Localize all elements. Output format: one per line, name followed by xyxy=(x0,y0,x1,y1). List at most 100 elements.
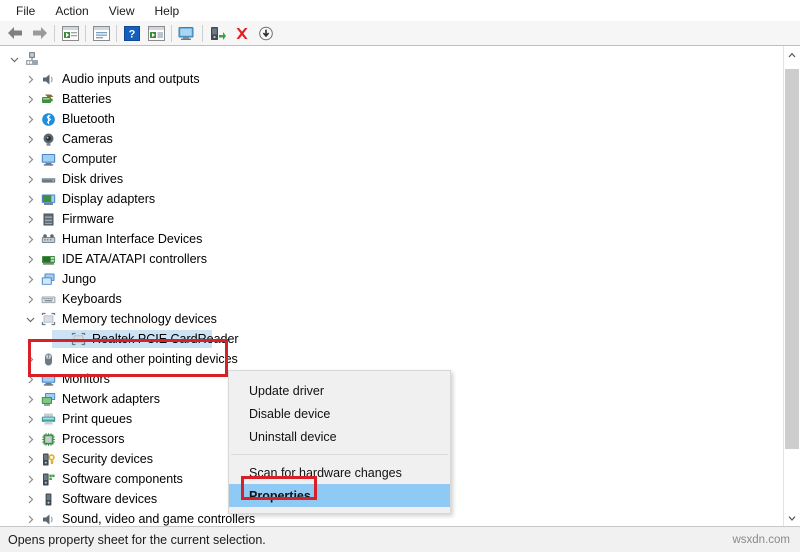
scrollbar-track[interactable] xyxy=(784,63,800,509)
disable-device-icon[interactable] xyxy=(254,22,278,44)
tree-item-label: Print queues xyxy=(62,410,132,428)
context-menu-item-scan-for-hardware-changes[interactable]: Scan for hardware changes xyxy=(229,461,450,484)
memory-device-icon xyxy=(68,330,88,348)
tree-item-disk-drives[interactable]: Disk drives xyxy=(0,169,783,189)
chevron-right-icon[interactable] xyxy=(22,209,38,229)
tree-item-label: Software devices xyxy=(62,490,157,508)
tree-item-label: IDE ATA/ATAPI controllers xyxy=(62,250,207,268)
context-menu-item-uninstall-device[interactable]: Uninstall device xyxy=(229,425,450,448)
scroll-up-arrow-icon[interactable] xyxy=(784,46,800,63)
menu-view[interactable]: View xyxy=(99,2,145,20)
security-device-icon xyxy=(38,450,58,468)
watermark-text: wsxdn.com xyxy=(732,534,790,546)
chevron-right-icon[interactable] xyxy=(22,369,38,389)
menu-help[interactable]: Help xyxy=(145,2,190,20)
chevron-right-icon[interactable] xyxy=(22,269,38,289)
chevron-down-icon[interactable] xyxy=(6,49,22,69)
disk-drive-icon xyxy=(38,170,58,188)
status-bar: Opens property sheet for the current sel… xyxy=(0,526,800,552)
menu-action[interactable]: Action xyxy=(45,2,98,20)
tree-item-label: Realtek PCIE CardReader xyxy=(92,330,239,348)
chevron-right-icon[interactable] xyxy=(22,489,38,509)
context-menu-item-properties[interactable]: Properties xyxy=(229,484,450,507)
tree-item-computer[interactable]: Computer xyxy=(0,149,783,169)
chevron-right-icon[interactable] xyxy=(22,69,38,89)
chevron-right-icon[interactable] xyxy=(22,429,38,449)
camera-icon xyxy=(38,130,58,148)
tree-item-label: Cameras xyxy=(62,130,113,148)
show-hide-action-pane-icon[interactable] xyxy=(144,22,168,44)
tree-item-display-adapters[interactable]: Display adapters xyxy=(0,189,783,209)
tree-item-human-interface-devices[interactable]: Human Interface Devices xyxy=(0,229,783,249)
chevron-right-icon[interactable] xyxy=(22,149,38,169)
tree-item-label: Firmware xyxy=(62,210,114,228)
context-menu-item-disable-device[interactable]: Disable device xyxy=(229,402,450,425)
tree-item-label: Audio inputs and outputs xyxy=(62,70,200,88)
show-hide-console-tree-icon[interactable] xyxy=(58,22,82,44)
chevron-right-icon[interactable] xyxy=(22,509,38,526)
chevron-right-icon[interactable] xyxy=(22,249,38,269)
scrollbar-thumb[interactable] xyxy=(785,69,799,449)
status-bar-text: Opens property sheet for the current sel… xyxy=(8,533,266,547)
firmware-icon xyxy=(38,210,58,228)
chevron-right-icon[interactable] xyxy=(22,229,38,249)
tree-item-jungo[interactable]: Jungo xyxy=(0,269,783,289)
toolbar-separator xyxy=(171,25,172,42)
tree-item-label: Jungo xyxy=(62,270,96,288)
tree-item-keyboards[interactable]: Keyboards xyxy=(0,289,783,309)
tree-item-label: Processors xyxy=(62,430,125,448)
toolbar-separator xyxy=(85,25,86,42)
uninstall-device-icon[interactable] xyxy=(230,22,254,44)
scroll-down-arrow-icon[interactable] xyxy=(784,509,800,526)
display-adapter-icon xyxy=(38,190,58,208)
tree-item-label: Memory technology devices xyxy=(62,310,217,328)
chevron-down-icon[interactable] xyxy=(22,309,38,329)
tree-item-cameras[interactable]: Cameras xyxy=(0,129,783,149)
tree-item-label: Network adapters xyxy=(62,390,160,408)
tree-root-node[interactable] xyxy=(0,49,783,69)
tree-item-bluetooth[interactable]: Bluetooth xyxy=(0,109,783,129)
tree-item-audio-inputs-and-outputs[interactable]: Audio inputs and outputs xyxy=(0,69,783,89)
vertical-scrollbar[interactable] xyxy=(783,46,800,526)
toolbar-separator xyxy=(116,25,117,42)
tree-item-realtek-pcie-cardreader[interactable]: Realtek PCIE CardReader xyxy=(0,329,783,349)
tree-item-batteries[interactable]: Batteries xyxy=(0,89,783,109)
chevron-right-icon[interactable] xyxy=(22,169,38,189)
chevron-right-icon[interactable] xyxy=(22,109,38,129)
bluetooth-icon xyxy=(38,110,58,128)
chevron-right-icon[interactable] xyxy=(22,389,38,409)
tree-item-firmware[interactable]: Firmware xyxy=(0,209,783,229)
tree-item-ide-ata-atapi-controllers[interactable]: IDE ATA/ATAPI controllers xyxy=(0,249,783,269)
help-icon[interactable]: ? xyxy=(120,22,144,44)
tree-item-label: Disk drives xyxy=(62,170,123,188)
tree-item-label: Sound, video and game controllers xyxy=(62,510,255,526)
context-menu[interactable]: Update driverDisable deviceUninstall dev… xyxy=(228,370,451,514)
back-arrow-icon[interactable] xyxy=(3,22,27,44)
chevron-placeholder xyxy=(52,329,68,349)
tree-item-label: Display adapters xyxy=(62,190,155,208)
scan-display-icon[interactable] xyxy=(175,22,199,44)
toolbar-separator xyxy=(202,25,203,42)
properties-icon[interactable] xyxy=(89,22,113,44)
chevron-right-icon[interactable] xyxy=(22,289,38,309)
toolbar-separator xyxy=(54,25,55,42)
keyboard-icon xyxy=(38,290,58,308)
chevron-right-icon[interactable] xyxy=(22,409,38,429)
chevron-right-icon[interactable] xyxy=(22,89,38,109)
forward-arrow-icon[interactable] xyxy=(27,22,51,44)
ide-controller-icon xyxy=(38,250,58,268)
chevron-right-icon[interactable] xyxy=(22,129,38,149)
chevron-right-icon[interactable] xyxy=(22,469,38,489)
chevron-right-icon[interactable] xyxy=(22,349,38,369)
chevron-right-icon[interactable] xyxy=(22,189,38,209)
tree-item-memory-technology-devices[interactable]: Memory technology devices xyxy=(0,309,783,329)
update-driver-icon[interactable] xyxy=(206,22,230,44)
tree-item-label: Software components xyxy=(62,470,183,488)
chevron-right-icon[interactable] xyxy=(22,449,38,469)
context-menu-item-update-driver[interactable]: Update driver xyxy=(229,379,450,402)
monitor-icon xyxy=(38,370,58,388)
computer-root-icon xyxy=(22,50,42,68)
menu-file[interactable]: File xyxy=(6,2,45,20)
tree-item-label: Monitors xyxy=(62,370,110,388)
tree-item-mice-and-other-pointing-devices[interactable]: Mice and other pointing devices xyxy=(0,349,783,369)
